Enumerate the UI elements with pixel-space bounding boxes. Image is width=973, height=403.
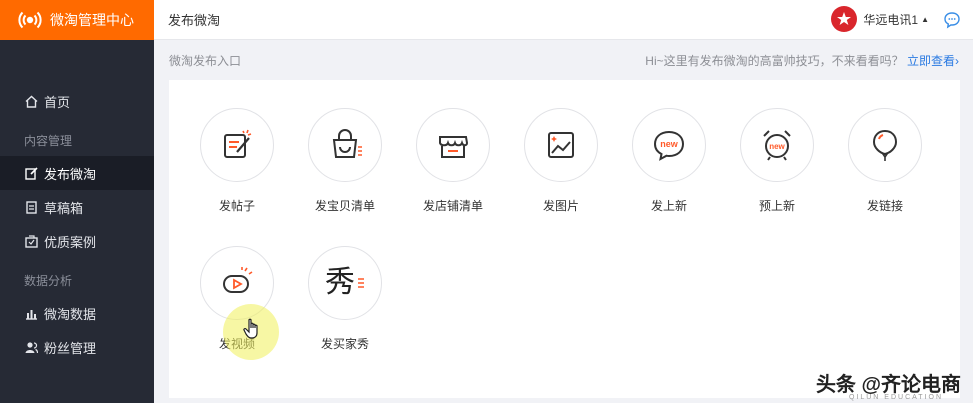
sidebar-item-label: 微淘数据 — [44, 306, 97, 322]
draft-icon — [24, 200, 38, 214]
case-icon — [24, 234, 38, 248]
entry-label: 发店铺清单 — [422, 199, 483, 213]
sidebar-item-home[interactable]: 首页 — [0, 84, 154, 118]
publish-entry-card: 发帖子 发宝贝清单 发店铺清单 发图片 new 发上新 new 预上新 发链接 … — [169, 80, 960, 398]
entry-label: 发宝贝清单 — [314, 199, 375, 213]
chat-bubble-icon[interactable] — [943, 11, 961, 29]
sidebar-group-analytics: 数据分析 — [24, 273, 73, 288]
breadcrumb: 微淘发布入口 — [169, 53, 242, 68]
watermark-sub: QILUN EDUCATION — [848, 394, 943, 401]
sidebar-item-label: 发布微淘 — [44, 166, 97, 182]
sidebar-item-label: 草稿箱 — [44, 200, 84, 216]
new-badge-text: new — [660, 139, 679, 149]
tip-message: Hi~这里有发布微淘的高富帅技巧，不来看看吗？ — [645, 53, 904, 68]
top-bar: 发布微淘 华远电讯1 ▲ — [154, 0, 973, 40]
sidebar-nav: 首页 内容管理 发布微淘 草稿箱 优质案例 数据分析 微淘数据 粉丝管理 — [0, 84, 154, 364]
entry-label: 发视频 — [218, 337, 255, 351]
sidebar-item-publish[interactable]: 发布微淘 — [0, 156, 154, 190]
sidebar-item-label: 粉丝管理 — [44, 340, 97, 356]
bar-chart-icon — [24, 306, 38, 320]
caret-up-icon: ▲ — [921, 14, 929, 24]
sidebar-item-drafts[interactable]: 草稿箱 — [0, 190, 154, 224]
broadcast-logo-icon — [18, 8, 42, 32]
sidebar-item-fans[interactable]: 粉丝管理 — [0, 330, 154, 364]
entry-label: 发帖子 — [218, 199, 255, 213]
entry-video[interactable]: 发视频 — [199, 246, 275, 352]
user-name: 华远电讯1 — [863, 12, 919, 27]
entry-store-list[interactable]: 发店铺清单 — [415, 108, 491, 214]
sidebar: 微淘管理中心 首页 内容管理 发布微淘 草稿箱 优质案例 数据分析 微淘数据 粉… — [0, 0, 154, 403]
entry-label: 发上新 — [650, 199, 687, 213]
fans-icon — [24, 340, 38, 354]
buyer-show-glyph: 秀 — [325, 265, 355, 300]
avatar — [831, 6, 858, 32]
tip-view-link[interactable]: 立即查看 — [907, 54, 955, 68]
sub-header: 微淘发布入口 Hi~这里有发布微淘的高富帅技巧，不来看看吗？ 立即查看› — [154, 40, 973, 80]
shopping-bag-icon — [308, 108, 382, 182]
buyer-show-icon: 秀 — [308, 246, 382, 320]
post-edit-icon — [200, 108, 274, 182]
video-play-icon — [200, 246, 274, 320]
entry-post[interactable]: 发帖子 — [199, 108, 275, 214]
store-icon — [416, 108, 490, 182]
entry-pre-arrival[interactable]: new 预上新 — [739, 108, 815, 214]
new-chat-icon: new — [632, 108, 706, 182]
home-icon — [24, 94, 38, 108]
app-title: 微淘管理中心 — [50, 12, 134, 28]
entry-image[interactable]: 发图片 — [523, 108, 599, 214]
sidebar-item-label: 首页 — [44, 94, 71, 110]
image-icon — [524, 108, 598, 182]
entry-buyer-show[interactable]: 秀 发买家秀 — [307, 246, 383, 352]
entry-item-list[interactable]: 发宝贝清单 — [307, 108, 383, 214]
new-badge-text: new — [769, 142, 785, 151]
tip-text: Hi~这里有发布微淘的高富帅技巧，不来看看吗？ 立即查看› — [645, 52, 959, 69]
page-title: 发布微淘 — [168, 13, 221, 28]
entry-label: 发链接 — [866, 199, 903, 213]
entry-new-arrival[interactable]: new 发上新 — [631, 108, 707, 214]
sidebar-item-label: 优质案例 — [44, 234, 97, 250]
tip-link-arrow[interactable]: › — [955, 54, 959, 68]
entry-label: 发买家秀 — [320, 337, 369, 351]
watermark-text: 头条 @齐论电商 — [815, 374, 961, 396]
entry-link[interactable]: 发链接 — [847, 108, 923, 214]
sidebar-group-content: 内容管理 — [24, 133, 73, 148]
sidebar-item-cases[interactable]: 优质案例 — [0, 224, 154, 258]
watermark: 头条 @齐论电商 QILUN EDUCATION — [815, 368, 961, 401]
entry-label: 预上新 — [758, 199, 795, 213]
edit-icon — [24, 166, 38, 180]
sidebar-item-data[interactable]: 微淘数据 — [0, 296, 154, 330]
user-menu[interactable]: 华远电讯1 ▲ — [831, 6, 929, 32]
entry-label: 发图片 — [542, 199, 579, 213]
app-logo-bar[interactable]: 微淘管理中心 — [0, 0, 154, 40]
balloon-link-icon — [848, 108, 922, 182]
new-alarm-icon: new — [740, 108, 814, 182]
